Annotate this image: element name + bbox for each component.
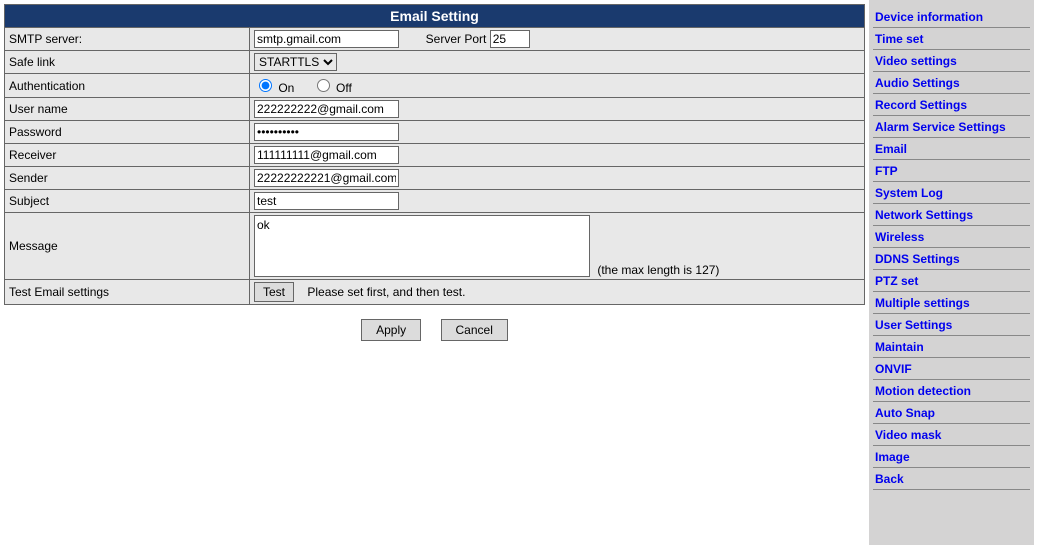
- subject-label: Subject: [5, 190, 250, 213]
- test-button[interactable]: Test: [254, 282, 294, 302]
- subject-input[interactable]: [254, 192, 399, 210]
- password-input[interactable]: [254, 123, 399, 141]
- sidebar-item-video-mask[interactable]: Video mask: [873, 424, 1030, 446]
- sidebar-item-ptz[interactable]: PTZ set: [873, 270, 1030, 292]
- smtp-input[interactable]: [254, 30, 399, 48]
- sidebar-item-alarm-service-settings[interactable]: Alarm Service Settings: [873, 116, 1030, 138]
- page-title: Email Setting: [5, 5, 865, 28]
- sidebar: Device information Time set Video settin…: [869, 0, 1034, 545]
- sidebar-item-video-settings[interactable]: Video settings: [873, 50, 1030, 72]
- action-buttons: Apply Cancel: [4, 305, 865, 355]
- sidebar-item-record-settings[interactable]: Record Settings: [873, 94, 1030, 116]
- test-hint: Please set first, and then test.: [307, 285, 465, 299]
- port-label: Server Port: [426, 32, 487, 46]
- auth-on-radio[interactable]: [259, 79, 272, 92]
- sidebar-item-multiple-settings[interactable]: Multiple settings: [873, 292, 1030, 314]
- message-hint: (the max length is 127): [593, 263, 719, 277]
- sidebar-item-maintain[interactable]: Maintain: [873, 336, 1030, 358]
- sidebar-item-time-set[interactable]: Time set: [873, 28, 1030, 50]
- sidebar-item-auto-snap[interactable]: Auto Snap: [873, 402, 1030, 424]
- sidebar-item-network-settings[interactable]: Network Settings: [873, 204, 1030, 226]
- sidebar-item-user-settings[interactable]: User Settings: [873, 314, 1030, 336]
- safelink-label: Safe link: [5, 51, 250, 74]
- sidebar-item-back[interactable]: Back: [873, 468, 1030, 490]
- message-textarea[interactable]: [254, 215, 590, 277]
- sidebar-item-motion-detection[interactable]: Motion detection: [873, 380, 1030, 402]
- smtp-label: SMTP server:: [5, 28, 250, 51]
- auth-on-label[interactable]: On: [254, 81, 298, 95]
- sidebar-item-ftp[interactable]: FTP: [873, 160, 1030, 182]
- auth-label: Authentication: [5, 74, 250, 98]
- username-input[interactable]: [254, 100, 399, 118]
- sidebar-item-wireless[interactable]: Wireless: [873, 226, 1030, 248]
- sidebar-item-ddns[interactable]: DDNS Settings: [873, 248, 1030, 270]
- port-input[interactable]: [490, 30, 530, 48]
- sidebar-item-system-log[interactable]: System Log: [873, 182, 1030, 204]
- apply-button[interactable]: Apply: [361, 319, 421, 341]
- auth-off-radio[interactable]: [317, 79, 330, 92]
- sidebar-item-image[interactable]: Image: [873, 446, 1030, 468]
- auth-off-label[interactable]: Off: [312, 81, 352, 95]
- sidebar-item-device-information[interactable]: Device information: [873, 6, 1030, 28]
- sidebar-item-audio-settings[interactable]: Audio Settings: [873, 72, 1030, 94]
- message-label: Message: [5, 213, 250, 280]
- test-label: Test Email settings: [5, 280, 250, 305]
- sender-input[interactable]: [254, 169, 399, 187]
- sender-label: Sender: [5, 167, 250, 190]
- username-label: User name: [5, 98, 250, 121]
- receiver-label: Receiver: [5, 144, 250, 167]
- receiver-input[interactable]: [254, 146, 399, 164]
- password-label: Password: [5, 121, 250, 144]
- safelink-select[interactable]: STARTTLS: [254, 53, 337, 71]
- cancel-button[interactable]: Cancel: [441, 319, 508, 341]
- sidebar-item-onvif[interactable]: ONVIF: [873, 358, 1030, 380]
- sidebar-item-email[interactable]: Email: [873, 138, 1030, 160]
- email-settings-table: Email Setting SMTP server: Server Port S…: [4, 4, 865, 305]
